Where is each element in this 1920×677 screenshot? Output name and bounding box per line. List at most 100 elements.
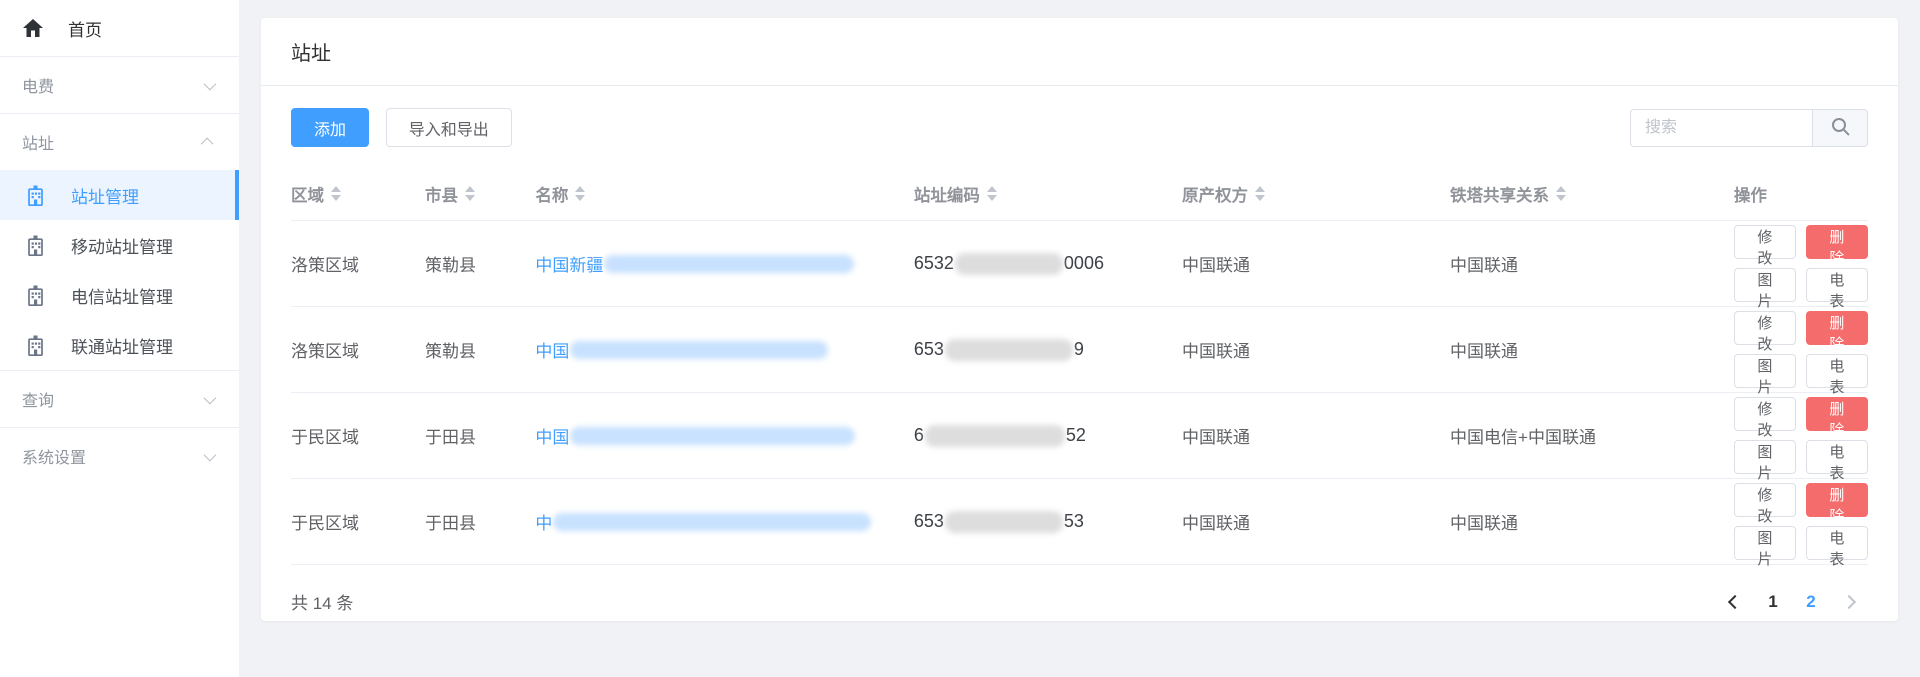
sites-submenu: 站址管理 移动站址管理 电信站址管理 联通站址管理 — [0, 170, 239, 370]
sidebar-item-label: 电信站址管理 — [71, 283, 173, 308]
meter-button[interactable]: 电表 — [1806, 526, 1868, 560]
redacted-code — [925, 425, 1065, 447]
sites-table: 区域 市县 名称 站址编码 — [291, 167, 1868, 565]
sidebar-item-mobile-site-management[interactable]: 移动站址管理 — [0, 220, 239, 270]
sidebar-section-query[interactable]: 查询 — [0, 371, 239, 427]
table-body: 洛策区域 策勒县 中国新疆 65320006 中国联通 中国联通 修改 删除 图… — [291, 221, 1868, 565]
sort-carets-icon[interactable] — [987, 186, 997, 201]
column-header-actions: 操作 — [1734, 182, 1868, 206]
sort-carets-icon[interactable] — [1255, 186, 1265, 201]
cell-site-code: 652 — [914, 425, 1182, 447]
sidebar-item-label: 移动站址管理 — [71, 233, 173, 258]
images-button[interactable]: 图片 — [1734, 526, 1796, 560]
meter-button[interactable]: 电表 — [1806, 354, 1868, 388]
column-header-county[interactable]: 市县 — [425, 182, 535, 206]
total-count: 共 14 条 — [291, 589, 353, 614]
sidebar-item-home[interactable]: 首页 — [0, 0, 239, 56]
table-row: 于民区域 于田县 中国 652 中国联通 中国电信+中国联通 修改 删除 图片 … — [291, 393, 1868, 479]
redacted-name — [553, 513, 871, 531]
cell-site-code: 65353 — [914, 511, 1182, 533]
cell-name: 中国 — [535, 337, 913, 362]
sort-carets-icon[interactable] — [465, 186, 475, 201]
search-input[interactable] — [1630, 109, 1812, 147]
images-button[interactable]: 图片 — [1734, 268, 1796, 302]
delete-button[interactable]: 删除 — [1806, 311, 1868, 345]
page-number-2-current[interactable]: 2 — [1792, 592, 1830, 612]
cell-owner: 中国联通 — [1182, 509, 1450, 534]
column-header-name[interactable]: 名称 — [535, 182, 913, 206]
site-name-link[interactable]: 中国 — [535, 337, 913, 362]
sidebar-section-sites[interactable]: 站址 — [0, 114, 239, 170]
cell-owner: 中国联通 — [1182, 337, 1450, 362]
next-page-button[interactable] — [1830, 597, 1868, 607]
cell-county: 策勒县 — [425, 251, 535, 276]
page-number-1[interactable]: 1 — [1754, 592, 1792, 612]
section-label: 系统设置 — [22, 444, 86, 468]
section-label: 站址 — [22, 130, 54, 154]
cell-owner: 中国联通 — [1182, 423, 1450, 448]
chevron-up-icon — [201, 137, 214, 150]
edit-button[interactable]: 修改 — [1734, 225, 1796, 259]
sort-carets-icon[interactable] — [331, 186, 341, 201]
section-label: 电费 — [22, 73, 54, 97]
cell-county: 策勒县 — [425, 337, 535, 362]
cell-name: 中国 — [535, 423, 913, 448]
add-button[interactable]: 添加 — [291, 108, 369, 147]
sidebar-section-electricity[interactable]: 电费 — [0, 57, 239, 113]
redacted-name — [604, 255, 854, 273]
delete-button[interactable]: 删除 — [1806, 397, 1868, 431]
sort-carets-icon[interactable] — [575, 186, 585, 201]
sidebar-item-label: 首页 — [68, 16, 102, 41]
cell-tower-share: 中国联通 — [1450, 251, 1734, 276]
import-export-button[interactable]: 导入和导出 — [386, 108, 512, 147]
delete-button[interactable]: 删除 — [1806, 225, 1868, 259]
delete-button[interactable]: 删除 — [1806, 483, 1868, 517]
column-header-site-code[interactable]: 站址编码 — [914, 182, 1182, 206]
search-button[interactable] — [1812, 109, 1868, 147]
chevron-down-icon — [204, 448, 217, 461]
cell-county: 于田县 — [425, 423, 535, 448]
site-name-link[interactable]: 中国 — [535, 423, 913, 448]
sidebar: 首页 电费 站址 站址管理 移动站址管理 — [0, 0, 239, 677]
meter-button[interactable]: 电表 — [1806, 440, 1868, 474]
site-name-link[interactable]: 中 — [535, 509, 913, 534]
meter-button[interactable]: 电表 — [1806, 268, 1868, 302]
pagination: 1 2 — [1716, 592, 1868, 612]
sidebar-section-system-settings[interactable]: 系统设置 — [0, 428, 239, 484]
home-icon — [22, 19, 44, 37]
sidebar-item-site-management[interactable]: 站址管理 — [0, 170, 239, 220]
column-header-owner[interactable]: 原产权方 — [1182, 182, 1450, 206]
prev-page-button[interactable] — [1716, 597, 1754, 607]
app-layout: 首页 电费 站址 站址管理 移动站址管理 — [0, 0, 1920, 677]
cell-county: 于田县 — [425, 509, 535, 534]
cell-actions: 修改 删除 图片 电表 — [1734, 483, 1868, 560]
building-icon — [26, 285, 45, 306]
cell-actions: 修改 删除 图片 电表 — [1734, 311, 1868, 388]
site-name-link[interactable]: 中国新疆 — [535, 251, 913, 276]
cell-owner: 中国联通 — [1182, 251, 1450, 276]
redacted-code — [955, 253, 1063, 275]
redacted-name — [570, 341, 828, 359]
building-icon — [26, 235, 45, 256]
sort-carets-icon[interactable] — [1556, 186, 1566, 201]
sidebar-item-unicom-site-management[interactable]: 联通站址管理 — [0, 320, 239, 370]
edit-button[interactable]: 修改 — [1734, 397, 1796, 431]
edit-button[interactable]: 修改 — [1734, 483, 1796, 517]
table-header-row: 区域 市县 名称 站址编码 — [291, 167, 1868, 221]
page-title: 站址 — [291, 43, 331, 65]
column-header-tower-share[interactable]: 铁塔共享关系 — [1450, 182, 1734, 206]
cell-region: 于民区域 — [291, 423, 425, 448]
table-row: 于民区域 于田县 中 65353 中国联通 中国联通 修改 删除 图片 电表 — [291, 479, 1868, 565]
section-label: 查询 — [22, 387, 54, 411]
table-footer: 共 14 条 1 2 — [291, 565, 1868, 638]
sidebar-item-label: 站址管理 — [71, 183, 139, 208]
images-button[interactable]: 图片 — [1734, 354, 1796, 388]
table-row: 洛策区域 策勒县 中国新疆 65320006 中国联通 中国联通 修改 删除 图… — [291, 221, 1868, 307]
building-icon — [26, 185, 45, 206]
cell-tower-share: 中国联通 — [1450, 509, 1734, 534]
sidebar-item-telecom-site-management[interactable]: 电信站址管理 — [0, 270, 239, 320]
images-button[interactable]: 图片 — [1734, 440, 1796, 474]
column-header-region[interactable]: 区域 — [291, 182, 425, 206]
edit-button[interactable]: 修改 — [1734, 311, 1796, 345]
cell-tower-share: 中国联通 — [1450, 337, 1734, 362]
